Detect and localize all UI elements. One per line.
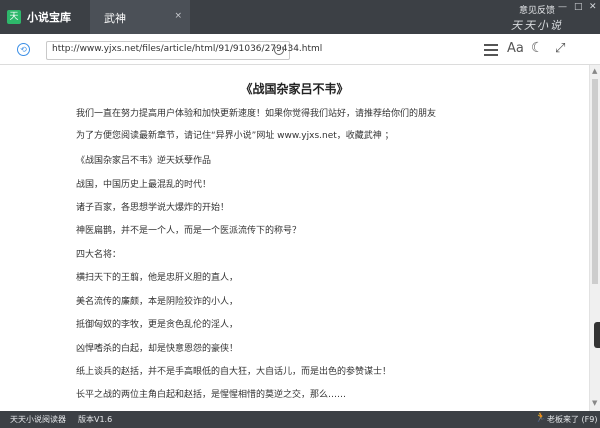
address-bar[interactable]: http://www.yjxs.net/files/article/html/9… [46,41,322,60]
brand-logo: 天天小说 [511,19,563,32]
fullscreen-icon[interactable]: ⤢ [555,41,565,56]
minimize-button[interactable]: — [558,2,567,12]
paragraph: 为了方便您阅读最新章节，请记住“异界小说”网址 www.yjxs.net，收藏武… [76,131,394,141]
vertical-scrollbar[interactable]: ▲ ▼ [589,65,600,411]
article-title: 《战国杂家吕不韦》 [240,82,349,96]
scroll-up-icon[interactable]: ▲ [592,67,597,75]
title-bar: 天 小说宝库 武神 × 意见反馈 — □ ✕ 天天小说 [0,0,600,34]
side-panel-handle[interactable] [594,322,600,348]
paragraph: 抵御匈奴的李牧，更是贪色乱伦的淫人， [76,320,239,330]
toolbar: ⟲ http://www.yjxs.net/files/article/html… [0,34,600,65]
version-label: 版本V1.6 [78,415,113,424]
chapter-list-icon[interactable] [484,44,498,56]
paragraph: 纸上谈兵的赵括，并不是手高眼低的自大狂，大自话儿，而是出色的参赞谋士！ [76,367,392,377]
paragraph: 美名流传的廉颇，本是阴险狡诈的小人， [76,297,239,307]
paragraph: 长平之战的两位主角白起和赵括，是惺惺相惜的莫逆之交，那么…… [76,390,347,400]
font-size-icon[interactable]: Aa [507,41,524,56]
boss-key-icon[interactable]: 🏃 [535,413,546,423]
app-title: 小说宝库 [27,11,71,24]
article-content: 《战国杂家吕不韦》 我们一直在努力提高用户体验和加快更新速度！如果你觉得我们站好… [0,65,589,411]
maximize-button[interactable]: □ [574,2,583,12]
feedback-link[interactable]: 意见反馈 [519,3,555,16]
reload-icon[interactable] [274,45,284,55]
close-button[interactable]: ✕ [589,2,597,12]
paragraph: 四大名将： [76,250,122,260]
app-logo-icon: 天 [7,10,21,24]
paragraph: 诸子百家，各思想学说大爆炸的开始！ [76,203,230,213]
paragraph: 《战国杂家吕不韦》逆天妖孽作品 [76,156,212,166]
paragraph: 我们一直在努力提高用户体验和加快更新速度！如果你觉得我们站好，请推荐给你们的朋友 [76,109,437,119]
paragraph: 横扫天下的王翦，他是忠肝义胆的直人， [76,273,239,283]
paragraph: 战国，中国历史上最混乱的时代！ [76,180,212,190]
back-icon[interactable]: ⟲ [17,43,30,56]
boss-key-button[interactable]: 老板来了 (F9) [547,414,597,425]
scroll-down-icon[interactable]: ▼ [592,399,597,407]
tab-close-icon[interactable]: × [174,11,182,21]
status-bar: 天天小说阅读器 版本V1.6 🏃 老板来了 (F9) [0,411,600,428]
night-mode-icon[interactable]: ☾ [531,40,544,56]
paragraph: 神医扁鹊，并不是一个人，而是一个医派流传下的称号？ [76,226,302,236]
paragraph: 凶悍嗜杀的白起，却是快意恩怨的豪侠！ [76,344,239,354]
tab-wushen[interactable]: 武神 × [90,0,190,34]
scroll-thumb[interactable] [592,79,598,284]
reader-name: 天天小说阅读器 [10,415,66,424]
tab-label: 武神 [104,12,126,25]
